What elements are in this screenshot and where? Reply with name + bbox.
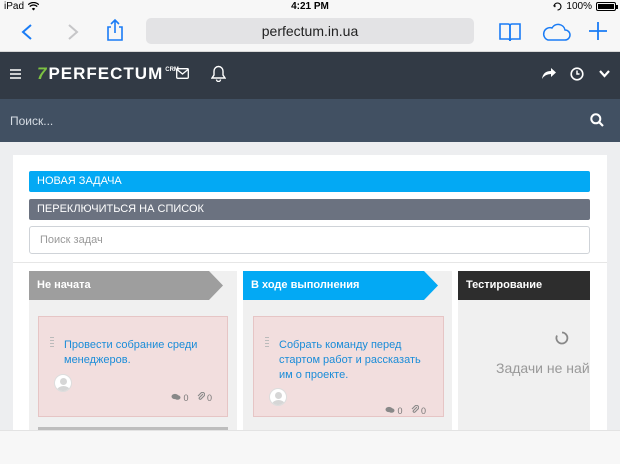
task-title[interactable]: Собрать команду перед стартом работ и ра…	[279, 338, 429, 383]
column-title: Не начата	[37, 279, 91, 291]
paperclip-icon	[411, 404, 419, 413]
kanban-column-in-progress: В ходе выполнения Собрать команду перед …	[243, 271, 452, 431]
comments-count: 0	[385, 406, 403, 416]
switch-to-list-button[interactable]: ПЕРЕКЛЮЧИТЬСЯ НА СПИСОК	[29, 199, 590, 220]
url-bar[interactable]: perfectum.in.ua	[146, 18, 474, 44]
logo-text: PERFECTUM	[48, 64, 164, 83]
comment-icon	[385, 406, 395, 413]
mail-icon[interactable]	[176, 68, 189, 79]
forward-icon[interactable]	[66, 23, 80, 41]
kanban-column-not-started: Не начата Провести собрание среди менедж…	[29, 271, 237, 431]
cloud-icon[interactable]	[541, 22, 571, 42]
bell-icon[interactable]	[211, 65, 226, 82]
avatar	[54, 374, 72, 392]
chevron-down-icon[interactable]	[599, 70, 610, 78]
share-icon[interactable]	[106, 18, 124, 42]
logo[interactable]: 7 PERFECTUM CRM	[37, 64, 179, 84]
attachments-count: 0	[197, 391, 212, 403]
loading-spinner-icon	[555, 331, 569, 345]
paperclip-icon	[197, 391, 205, 400]
empty-state-text: Задачи не най	[496, 360, 590, 376]
task-search-input[interactable]: Поиск задач	[29, 226, 590, 254]
new-tab-icon[interactable]	[588, 21, 608, 41]
task-card[interactable]: Собрать команду перед стартом работ и ра…	[253, 316, 444, 417]
ios-status-bar: iPad 4:21 PM 100%	[0, 0, 620, 14]
avatar	[269, 388, 287, 406]
battery-percent: 100%	[566, 1, 592, 12]
drag-handle-icon[interactable]	[265, 337, 269, 349]
task-card[interactable]: Провести собрание среди менеджеров. 0 0	[38, 316, 228, 417]
divider	[13, 262, 607, 263]
attachments-count: 0	[411, 404, 426, 416]
new-task-button[interactable]: НОВАЯ ЗАДАЧА	[29, 171, 590, 192]
crm-header: 7 PERFECTUM CRM	[0, 52, 620, 99]
comments-count: 0	[171, 393, 189, 403]
global-search-bar[interactable]: Поиск...	[0, 99, 620, 142]
back-icon[interactable]	[20, 23, 34, 41]
search-icon[interactable]	[590, 113, 604, 127]
logo-mark: 7	[37, 64, 48, 83]
clock-icon[interactable]	[570, 67, 584, 81]
drag-handle-icon[interactable]	[50, 337, 54, 349]
menu-icon[interactable]	[10, 69, 21, 79]
browser-toolbar: perfectum.in.ua	[0, 14, 620, 52]
bookmarks-icon[interactable]	[499, 22, 521, 42]
clock: 4:21 PM	[291, 1, 329, 12]
orientation-lock-icon	[553, 2, 562, 11]
battery-icon	[596, 2, 618, 11]
kanban-column-testing: Тестирование Задачи не най	[458, 271, 590, 431]
search-input[interactable]: Поиск...	[10, 114, 53, 128]
task-title[interactable]: Провести собрание среди менеджеров.	[64, 338, 214, 368]
column-title: Тестирование	[466, 279, 543, 291]
comment-icon	[171, 393, 181, 400]
browser-bottom-bar	[0, 430, 620, 464]
column-title: В ходе выполнения	[251, 279, 360, 291]
share-arrow-icon[interactable]	[541, 67, 557, 80]
